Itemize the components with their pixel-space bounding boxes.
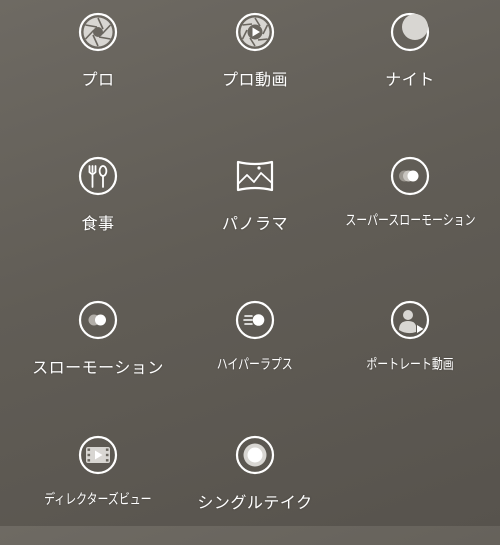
night-moon-icon	[390, 12, 430, 52]
portrait-video-icon	[390, 300, 430, 340]
slow-motion-icon	[78, 300, 118, 340]
mode-portrait-video[interactable]: ポートレート動画	[327, 300, 493, 410]
mode-slow-motion[interactable]: スローモーション	[15, 300, 181, 410]
hyperlapse-icon	[235, 300, 275, 340]
pro-video-icon	[235, 12, 275, 52]
mode-single-take[interactable]: シングルテイク	[172, 435, 338, 545]
directors-view-icon	[78, 435, 118, 475]
mode-food[interactable]: 食事	[15, 156, 181, 266]
mode-label: ディレクターズビュー	[44, 492, 152, 508]
mode-pro[interactable]: プロ	[15, 12, 181, 122]
mode-super-slow-motion[interactable]: スーパースローモーション	[327, 156, 493, 266]
panorama-icon	[236, 160, 274, 192]
mode-label: ナイト	[385, 70, 435, 89]
mode-label: ハイパーラプス	[216, 357, 293, 373]
mode-label: シングルテイク	[197, 493, 313, 512]
mode-hyperlapse[interactable]: ハイパーラプス	[172, 300, 338, 410]
mode-label: プロ動画	[221, 70, 288, 89]
camera-mode-grid: プロ プロ動画 ナイト 食事 パノラマ スーパースローモーション スローモーショ…	[0, 0, 500, 526]
pro-aperture-icon	[78, 12, 118, 52]
food-fork-spoon-icon	[78, 156, 118, 196]
mode-label: スローモーション	[32, 358, 164, 377]
mode-directors-view[interactable]: ディレクターズビュー	[15, 435, 181, 545]
mode-pro-video[interactable]: プロ動画	[172, 12, 338, 122]
super-slow-motion-icon	[390, 156, 430, 196]
mode-label: プロ	[81, 70, 115, 89]
mode-label: パノラマ	[221, 214, 288, 233]
mode-label: スーパースローモーション	[344, 213, 476, 229]
single-take-icon	[235, 435, 275, 475]
mode-label: ポートレート動画	[366, 357, 454, 373]
mode-panorama[interactable]: パノラマ	[172, 156, 338, 266]
mode-night[interactable]: ナイト	[327, 12, 493, 122]
mode-label: 食事	[81, 214, 115, 233]
